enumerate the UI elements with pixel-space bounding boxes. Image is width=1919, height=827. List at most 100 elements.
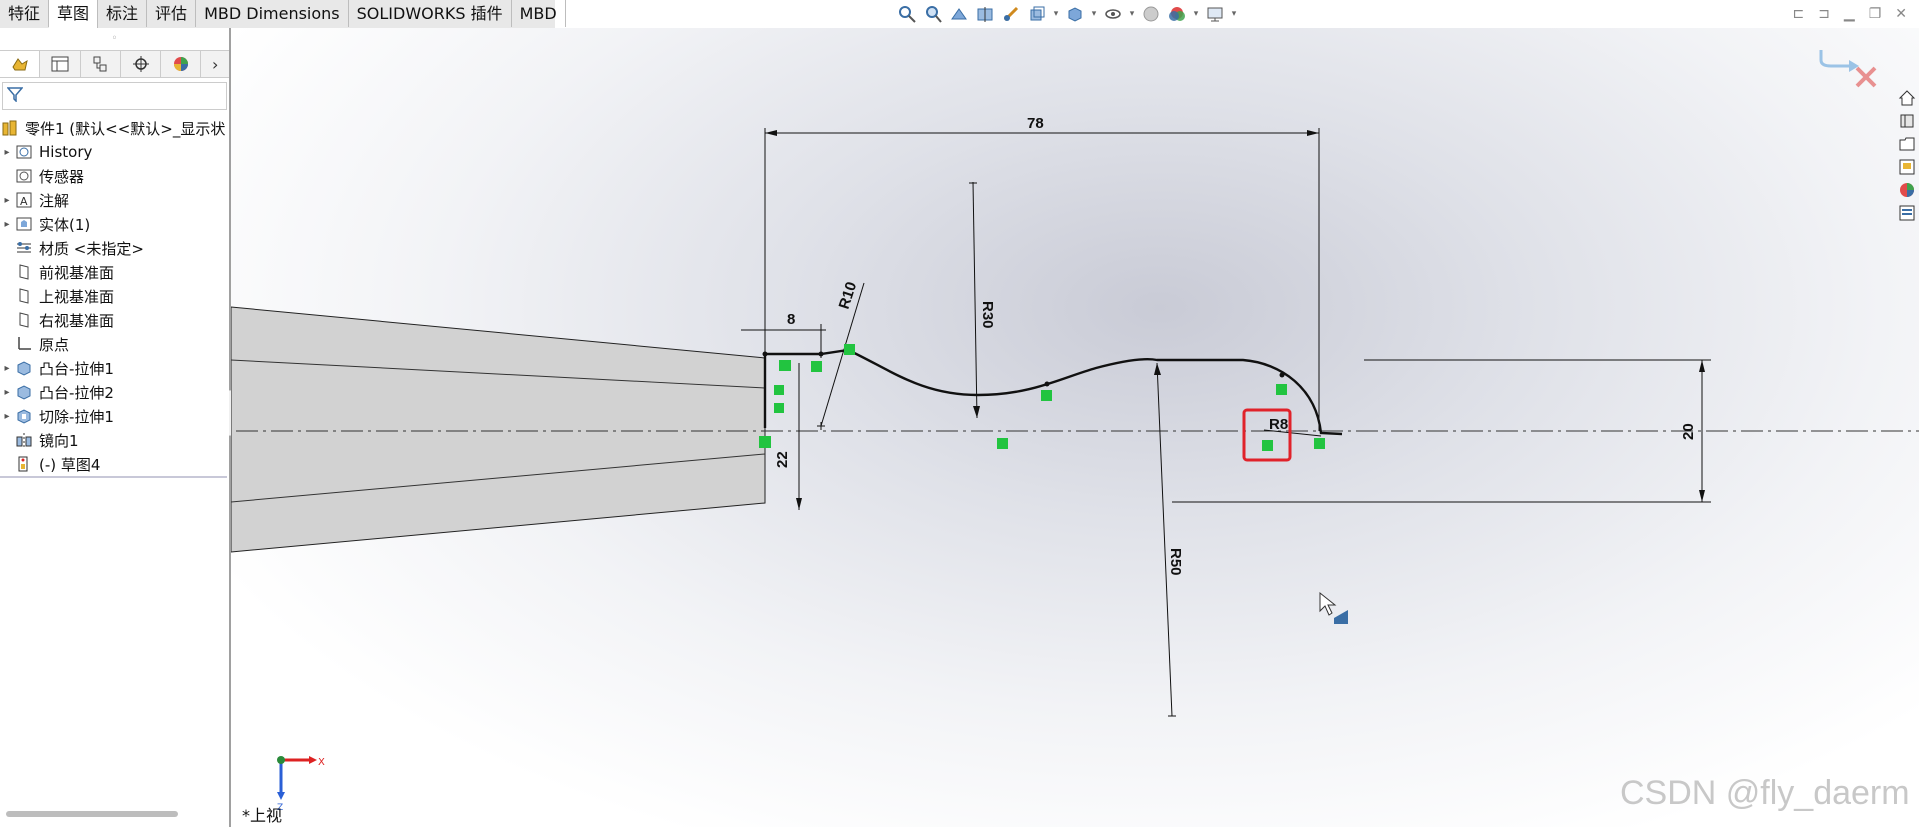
tab-features[interactable]: 特征 xyxy=(0,0,50,27)
tree-item[interactable]: 传感器 xyxy=(0,164,229,188)
section-view-icon[interactable] xyxy=(974,4,996,24)
coincident-relation-icon[interactable] xyxy=(1314,438,1325,449)
tile-left-icon[interactable]: ⊏ xyxy=(1792,6,1804,22)
tab-sketch[interactable]: 草图 xyxy=(49,0,99,28)
dimxpert-manager-tab[interactable] xyxy=(121,51,162,77)
dimension-78[interactable]: 78 xyxy=(1027,115,1044,132)
tree-item-label: 实体(1) xyxy=(39,215,91,234)
sketch-point[interactable] xyxy=(818,351,824,357)
chevron-down-icon[interactable]: ▾ xyxy=(1090,9,1098,19)
dimension-20[interactable]: 20 xyxy=(1680,423,1697,440)
display-manager-tab[interactable] xyxy=(161,51,202,77)
coincident-relation-icon[interactable] xyxy=(779,360,791,371)
sketch-point[interactable] xyxy=(762,351,768,357)
radius-r50[interactable]: R50 xyxy=(1167,548,1184,576)
tree-item[interactable]: ▸ 切除-拉伸1 xyxy=(0,404,229,428)
tab-mbd-dimensions[interactable]: MBD Dimensions xyxy=(196,0,349,27)
tab-mbd[interactable]: MBD xyxy=(512,0,566,27)
tangent-relation-icon[interactable] xyxy=(1041,390,1052,401)
expand-arrow-icon[interactable]: ▸ xyxy=(0,387,14,398)
tree-item[interactable]: ▸ A 注解 xyxy=(0,188,229,212)
expand-arrow-icon[interactable]: ▸ xyxy=(0,411,14,422)
chevron-down-icon[interactable]: ▾ xyxy=(1052,9,1060,19)
sketch-profile-curve[interactable] xyxy=(763,348,1343,436)
home-icon[interactable] xyxy=(1897,88,1917,108)
tree-filter[interactable] xyxy=(2,82,227,110)
tree-item[interactable]: 上视基准面 xyxy=(0,284,229,308)
vertical-relation-icon[interactable] xyxy=(774,385,784,395)
previous-view-icon[interactable] xyxy=(948,4,970,24)
view-settings-icon[interactable] xyxy=(1204,4,1226,24)
tree-item[interactable]: 右视基准面 xyxy=(0,308,229,332)
expand-arrow-icon[interactable]: ▸ xyxy=(0,363,14,374)
fix-relation-icon[interactable] xyxy=(759,436,771,448)
panel-grip-icon[interactable]: ◦ xyxy=(0,28,229,50)
display-style-icon[interactable] xyxy=(1064,4,1086,24)
tangent-relation-icon[interactable] xyxy=(811,361,822,372)
dimension-22[interactable]: 22 xyxy=(774,451,791,468)
chevron-down-icon[interactable]: ▾ xyxy=(1128,9,1136,19)
sketch-point[interactable] xyxy=(1279,372,1285,378)
property-manager-tab[interactable] xyxy=(40,51,81,77)
chevron-down-icon[interactable]: ▾ xyxy=(1192,9,1200,19)
coordinate-triad: X Z xyxy=(277,756,325,813)
expand-arrow-icon[interactable]: ▸ xyxy=(0,147,14,158)
tree-item[interactable]: ▸ 实体(1) xyxy=(0,212,229,236)
tree-item[interactable]: ▸ 凸台-拉伸2 xyxy=(0,380,229,404)
feature-manager-tab[interactable] xyxy=(0,51,41,77)
tab-markup[interactable]: 标注 xyxy=(98,0,148,27)
file-explorer-icon[interactable] xyxy=(1897,134,1917,154)
horizontal-scrollbar[interactable] xyxy=(6,811,178,817)
annotation-icon: A xyxy=(14,191,34,209)
radius-r30[interactable]: R30 xyxy=(979,301,996,329)
dynamic-annotation-icon[interactable] xyxy=(1000,4,1022,24)
hide-show-items-icon[interactable] xyxy=(1102,4,1124,24)
dimension-8[interactable]: 8 xyxy=(787,311,795,328)
view-palette-icon[interactable] xyxy=(1897,157,1917,177)
tangent-relation-icon[interactable] xyxy=(844,344,855,355)
radius-leader-r30[interactable] xyxy=(972,181,978,419)
equal-relation-icon[interactable] xyxy=(997,438,1008,449)
coincident-relation-icon[interactable] xyxy=(1262,440,1273,451)
graphics-area[interactable]: 78 8 R10 R30 22 R50 20 R8 X Z xyxy=(231,28,1919,827)
command-manager-tabs: 特征 草图 标注 评估 MBD Dimensions SOLIDWORKS 插件… xyxy=(0,0,566,29)
tree-item-label: 右视基准面 xyxy=(39,311,115,330)
tree-item[interactable]: 原点 xyxy=(0,332,229,356)
expand-arrow-icon[interactable]: ▸ xyxy=(0,219,14,230)
sketch-point[interactable] xyxy=(1044,381,1050,387)
zoom-to-fit-icon[interactable] xyxy=(896,4,918,24)
tile-right-icon[interactable]: ⊐ xyxy=(1818,6,1830,22)
tab-evaluate[interactable]: 评估 xyxy=(147,0,197,27)
appearances-icon[interactable] xyxy=(1897,180,1917,200)
configuration-manager-tab[interactable] xyxy=(81,51,121,77)
expand-arrow-icon[interactable]: ▸ xyxy=(0,195,14,206)
view-orientation-icon[interactable] xyxy=(1026,4,1048,24)
tree-item[interactable]: (-) 草图4 xyxy=(0,452,229,476)
sketch-canvas: 78 8 R10 R30 22 R50 20 R8 X Z xyxy=(231,50,1919,813)
restore-icon[interactable]: ❐ xyxy=(1869,6,1882,22)
exit-sketch-icon xyxy=(1819,50,1849,68)
tree-item[interactable]: ▸ History xyxy=(0,140,229,164)
chevron-right-icon[interactable]: › xyxy=(201,51,229,77)
design-library-icon[interactable] xyxy=(1897,111,1917,131)
apply-scene-icon[interactable] xyxy=(1166,4,1188,24)
tree-item-label: 凸台-拉伸1 xyxy=(39,359,114,378)
tree-item[interactable]: ▸ 凸台-拉伸1 xyxy=(0,356,229,380)
zoom-area-icon[interactable] xyxy=(922,4,944,24)
custom-properties-icon[interactable] xyxy=(1897,203,1917,223)
tree-item[interactable]: 前视基准面 xyxy=(0,260,229,284)
minimize-icon[interactable]: ▁ xyxy=(1844,6,1855,22)
tree-item[interactable]: 材质 <未指定> xyxy=(0,236,229,260)
parallel-relation-icon[interactable] xyxy=(774,403,784,413)
edit-appearance-icon[interactable] xyxy=(1140,4,1162,24)
chevron-down-icon[interactable]: ▾ xyxy=(1230,9,1238,19)
close-icon[interactable]: ✕ xyxy=(1895,6,1907,22)
heads-up-view-toolbar: ▾ ▾ ▾ ▾ ▾ xyxy=(896,4,1238,24)
confirmation-corner[interactable] xyxy=(1819,50,1877,88)
tab-solidworks-addins[interactable]: SOLIDWORKS 插件 xyxy=(349,0,512,27)
tree-root-part[interactable]: 零件1 (默认<<默认>_显示状 xyxy=(0,116,229,140)
mouse-cursor-icon xyxy=(1319,591,1337,616)
tree-item[interactable]: 镜向1 xyxy=(0,428,229,452)
radius-leader-r50[interactable] xyxy=(1156,362,1173,717)
tangent-relation-icon[interactable] xyxy=(1276,384,1287,395)
